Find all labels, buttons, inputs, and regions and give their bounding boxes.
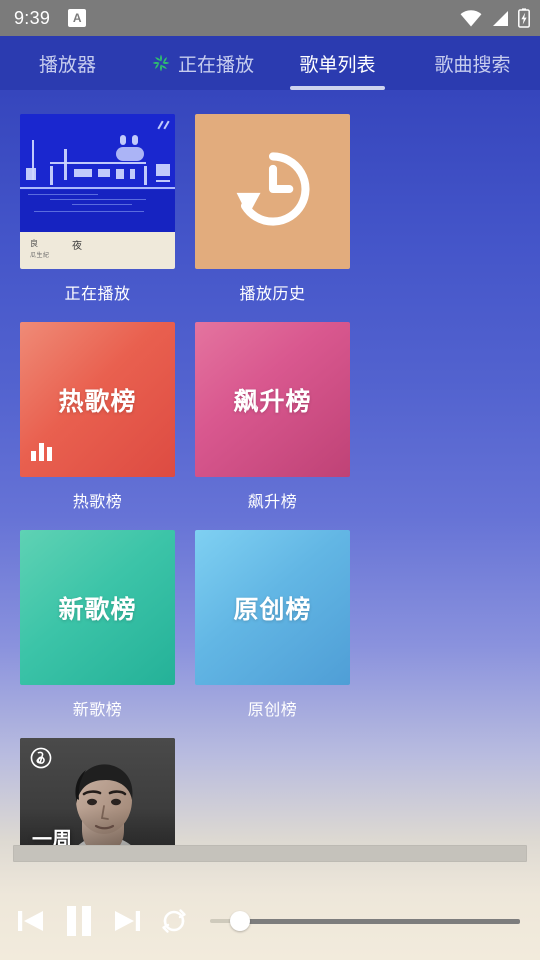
- grid-item-play-history[interactable]: 播放历史: [195, 114, 350, 304]
- grid-caption-surge-chart: 飙升榜: [247, 494, 298, 511]
- surge-chart-tile[interactable]: 飙升榜: [195, 322, 350, 477]
- surge-chart-title: 飙升榜: [233, 387, 312, 416]
- grid-item-original-chart[interactable]: 原创榜 原创榜: [195, 530, 350, 720]
- player-bar: [0, 888, 540, 960]
- playlist-grid-scroll-area[interactable]: 良 夜 瓜生紀 正在播放 播放历史 热歌榜 热歌榜 飙升榜 飙升榜 新歌榜 新歌…: [0, 90, 540, 845]
- tab-song-search[interactable]: 歌曲搜索: [405, 36, 540, 90]
- status-bar-clock: 9:39: [14, 7, 51, 28]
- tab-active-indicator: [290, 86, 385, 90]
- previous-button[interactable]: [14, 904, 48, 938]
- app-window: 播放器 正在播放 歌单列表 歌曲搜索 良 夜 瓜生紀 正在播放 播放历史 热歌榜…: [0, 36, 540, 960]
- tab-now-playing-label: 正在播放: [177, 54, 254, 76]
- play-history-tile[interactable]: [195, 114, 350, 269]
- playlist-grid: 良 夜 瓜生紀 正在播放 播放历史 热歌榜 热歌榜 飙升榜 飙升榜 新歌榜 新歌…: [20, 114, 520, 845]
- grid-item-hot-chart[interactable]: 热歌榜 热歌榜: [20, 322, 175, 512]
- netease-music-logo-icon: [30, 747, 52, 769]
- pause-button[interactable]: [62, 902, 96, 940]
- playlist-cover-overlay: 一周 新歌推荐: [32, 828, 112, 845]
- grid-item-new-song-chart[interactable]: 新歌榜 新歌榜: [20, 530, 175, 720]
- tab-song-search-label: 歌曲搜索: [434, 54, 511, 76]
- loading-spinner-icon: [151, 53, 171, 73]
- repeat-button[interactable]: [158, 905, 190, 937]
- input-method-icon: A: [68, 9, 87, 27]
- grid-caption-now-playing: 正在播放: [64, 286, 131, 303]
- tab-bar: 播放器 正在播放 歌单列表 歌曲搜索: [0, 36, 540, 90]
- tab-now-playing[interactable]: 正在播放: [135, 36, 270, 90]
- original-chart-tile[interactable]: 原创榜: [195, 530, 350, 685]
- status-bar-icons: [460, 8, 530, 28]
- progress-slider[interactable]: [210, 909, 526, 933]
- grid-item-now-playing[interactable]: 良 夜 瓜生紀 正在播放: [20, 114, 175, 304]
- new-song-chart-tile[interactable]: 新歌榜: [20, 530, 175, 685]
- progress-slider-fill: [210, 919, 232, 923]
- original-chart-title: 原创榜: [233, 595, 312, 624]
- next-button[interactable]: [110, 904, 144, 938]
- tab-player-label: 播放器: [38, 54, 96, 76]
- album-text-line1: 良: [30, 239, 38, 248]
- album-title-band: 良 夜 瓜生紀: [20, 232, 175, 269]
- album-text-line3: 瓜生紀: [30, 253, 50, 259]
- grid-caption-new-song-chart: 新歌榜: [72, 702, 123, 719]
- tab-player[interactable]: 播放器: [0, 36, 135, 90]
- new-song-chart-title: 新歌榜: [58, 595, 137, 624]
- history-clock-icon: [227, 143, 319, 240]
- album-art-tile[interactable]: 良 夜 瓜生紀: [20, 114, 175, 269]
- bar-chart-icon: [31, 441, 53, 466]
- grid-caption-hot-chart: 热歌榜: [72, 494, 123, 511]
- grid-item-weekly-new-songs[interactable]: 一周 新歌推荐 [一周新歌推荐] ...: [20, 738, 175, 845]
- tab-playlist-list[interactable]: 歌单列表: [270, 36, 405, 90]
- progress-slider-knob[interactable]: [230, 911, 250, 931]
- tab-playlist-list-label: 歌单列表: [299, 54, 376, 76]
- weekly-new-songs-tile[interactable]: 一周 新歌推荐: [20, 738, 175, 845]
- album-artwork: [20, 114, 175, 232]
- grid-caption-original-chart: 原创榜: [247, 702, 298, 719]
- grid-item-surge-chart[interactable]: 飙升榜 飙升榜: [195, 322, 350, 512]
- hot-chart-tile[interactable]: 热歌榜: [20, 322, 175, 477]
- progress-slider-track[interactable]: [238, 918, 520, 924]
- album-text-line2: 夜: [72, 241, 82, 252]
- playlist-overlay-line1: 一周: [32, 828, 72, 845]
- status-bar: 9:39 A: [0, 0, 540, 36]
- hot-chart-title: 热歌榜: [58, 387, 137, 416]
- horizontal-scrollbar[interactable]: [13, 845, 527, 862]
- battery-charging-icon: [518, 8, 530, 28]
- horizontal-scrollbar-area[interactable]: [0, 845, 540, 862]
- wifi-icon: [460, 9, 482, 27]
- grid-caption-play-history: 播放历史: [239, 286, 306, 303]
- signal-icon: [491, 10, 509, 27]
